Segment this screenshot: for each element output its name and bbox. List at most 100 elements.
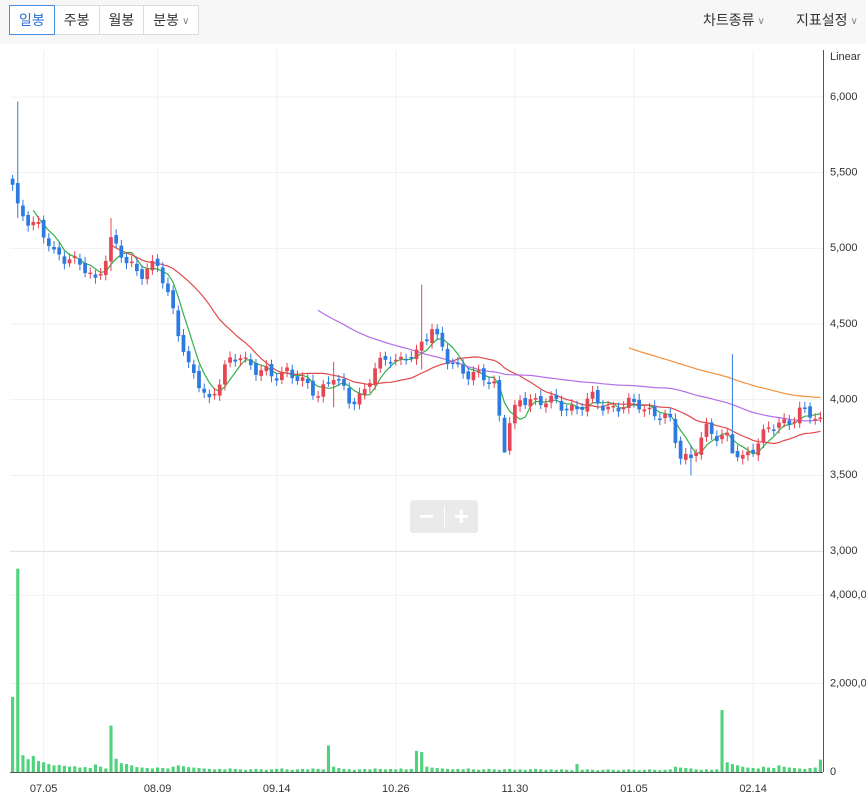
volume-bar [658, 770, 662, 772]
candle-body [181, 334, 186, 352]
volume-bar [544, 769, 548, 772]
candle-body [803, 407, 807, 409]
volume-bar [301, 768, 305, 772]
candle-body [476, 370, 481, 373]
price-tick-label: 4,500 [830, 318, 858, 330]
volume-bar [425, 766, 429, 772]
volume-bar [399, 768, 403, 772]
volume-bar [67, 766, 72, 772]
candle-body [554, 394, 559, 399]
candle-body [756, 443, 761, 456]
candle-body [223, 364, 227, 385]
volume-bar [477, 769, 481, 772]
price-tick-label: 6,000 [830, 91, 858, 103]
zoom-in-button[interactable]: + [445, 500, 479, 533]
candle-body [564, 408, 569, 411]
candle-body [580, 406, 585, 410]
candle-body [238, 358, 243, 361]
volume-bar [357, 769, 362, 772]
volume-bar [62, 765, 66, 772]
volume-bar [404, 769, 408, 772]
candle-body [388, 362, 393, 364]
candle-body [171, 290, 175, 309]
candle-body [569, 404, 574, 411]
candle-body [373, 368, 377, 385]
volume-bar [93, 764, 97, 772]
candle-body [347, 387, 352, 404]
candle-body [746, 451, 750, 456]
candle-body [10, 178, 15, 185]
volume-bar [710, 769, 714, 772]
volume-bar [249, 769, 253, 772]
candle-body [67, 259, 72, 264]
candle-body [150, 260, 155, 271]
zoom-out-button[interactable]: − [410, 500, 444, 533]
candle-body [606, 406, 610, 410]
volume-bar [57, 764, 61, 772]
volume-bar [212, 769, 217, 772]
candle-body [652, 406, 657, 417]
volume-bar [554, 769, 558, 772]
stock-chart[interactable]: 6,000 5,500 5,000 4,500 4,000 3,500 3,000 4,000… [0, 0, 866, 802]
candle-body [595, 390, 600, 404]
candle-body [357, 393, 362, 405]
volume-bar [699, 769, 703, 772]
candle-body [243, 357, 248, 359]
candle-body [435, 328, 440, 335]
candle-body [771, 429, 776, 432]
candle-body [637, 399, 642, 410]
price-tick-label: 5,500 [830, 167, 858, 179]
candle-body [782, 419, 787, 424]
candle-body [300, 377, 305, 381]
volume-bar [150, 768, 154, 772]
candle-body [575, 406, 579, 410]
candle-body [513, 404, 517, 424]
candle-body [689, 454, 693, 459]
candle-body [26, 214, 30, 226]
volume-bar [435, 768, 439, 772]
candle-body [616, 407, 621, 412]
volume-bar [244, 769, 248, 772]
volume-bar [440, 768, 444, 772]
volume-bar [394, 769, 398, 772]
volume-bar [502, 769, 507, 772]
volume-bar [275, 768, 279, 772]
volume-bar [570, 770, 574, 772]
volume-bar [223, 769, 227, 772]
volume-bar [622, 769, 626, 772]
volume-bar [575, 764, 579, 772]
candle-body [145, 268, 150, 280]
candle-body [46, 238, 51, 247]
candle-body [78, 258, 82, 265]
candle-body [119, 245, 124, 258]
candle-body [626, 397, 631, 408]
candle-body [528, 399, 533, 407]
volume-bar [156, 767, 160, 772]
candle-body [466, 371, 471, 380]
candle-body [502, 417, 507, 453]
volume-bar [787, 767, 791, 772]
candle-body [709, 422, 714, 434]
volume-bar [616, 770, 621, 772]
candle-body [725, 432, 730, 436]
volume-bar [21, 755, 25, 772]
volume-bar [347, 769, 351, 772]
ma120-line [628, 347, 821, 399]
candle-body [471, 371, 476, 381]
volume-bar [647, 769, 652, 772]
volume-bar [653, 769, 657, 772]
volume-bar [684, 768, 688, 772]
candle-body [813, 418, 818, 421]
volume-bar [161, 768, 165, 772]
candle-body [704, 423, 709, 437]
moving-average-lines [32, 210, 821, 455]
candle-body [481, 368, 486, 381]
volume-bar [777, 765, 781, 772]
candle-body [590, 391, 595, 399]
volume-bar [73, 766, 77, 772]
volume-bar [192, 767, 196, 772]
volume-series [11, 568, 822, 772]
volume-bar [187, 767, 191, 772]
date-tick-label: 01.05 [620, 783, 648, 795]
scale-label[interactable]: Linear [830, 51, 861, 63]
